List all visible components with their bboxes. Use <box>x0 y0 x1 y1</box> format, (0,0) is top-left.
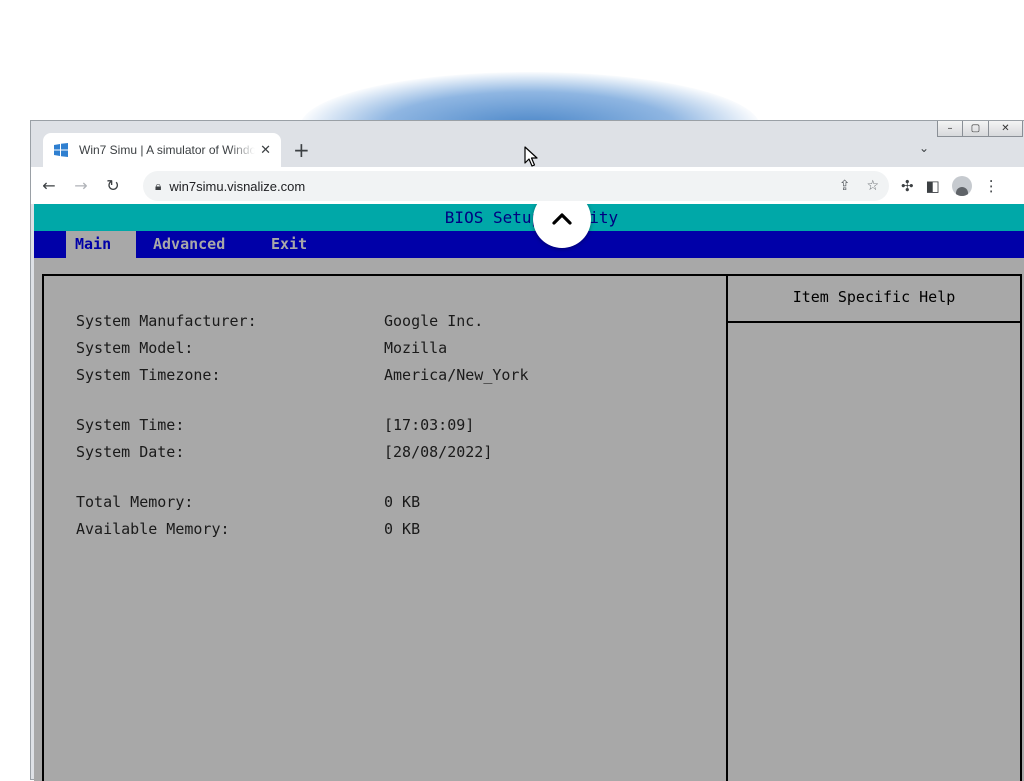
mouse-cursor-icon <box>524 146 538 167</box>
forward-arrow-icon[interactable]: → <box>67 172 95 200</box>
browser-toolbar: ← → ↻ 🔒︎ win7simu.visnalize.com ⇪ ☆ ✣ ◧ … <box>31 167 1024 204</box>
page-viewport: BIOS Setup Utility Main Advanced Exit Sy… <box>34 204 1024 781</box>
lock-icon[interactable]: 🔒︎ <box>155 179 161 194</box>
reload-icon[interactable]: ↻ <box>99 172 127 200</box>
bios-help-panel: Item Specific Help <box>726 274 1022 781</box>
tab-search-chevron-icon[interactable]: ⌄ <box>919 141 929 155</box>
share-icon[interactable]: ⇪ <box>839 178 851 194</box>
bios-main-panel: System Manufacturer: Google Inc. System … <box>42 274 726 781</box>
help-panel-title: Item Specific Help <box>728 276 1020 323</box>
tab-close-icon[interactable]: ✕ <box>260 143 271 158</box>
field-label: Total Memory: <box>76 493 194 511</box>
field-label: System Timezone: <box>76 366 221 384</box>
chevron-up-icon <box>552 213 572 225</box>
windows-logo-icon <box>54 143 68 157</box>
system-time-value[interactable]: [17:03:09] <box>384 416 474 434</box>
side-panel-icon[interactable]: ◧ <box>926 177 940 195</box>
bios-menu-main[interactable]: Main <box>66 231 136 258</box>
address-url[interactable]: win7simu.visnalize.com <box>169 179 305 194</box>
bios-title: BIOS Setup Utility <box>34 204 1024 231</box>
profile-avatar-icon[interactable] <box>951 176 972 196</box>
field-value: Mozilla <box>384 339 448 357</box>
maximize-button[interactable]: ▢ <box>963 121 989 137</box>
more-menu-icon[interactable]: ⋮ <box>984 177 999 195</box>
field-label: System Manufacturer: <box>76 312 257 330</box>
bios-menu-advanced[interactable]: Advanced <box>153 231 225 258</box>
field-value: 0 KB <box>384 493 421 511</box>
field-label: Available Memory: <box>76 520 230 538</box>
browser-tab[interactable]: Win7 Simu | A simulator of Windows 7 ✕ <box>43 133 281 167</box>
extensions-puzzle-icon[interactable]: ✣ <box>901 177 914 195</box>
field-value: America/New_York <box>384 366 529 384</box>
field-label: System Date: <box>76 443 185 461</box>
back-arrow-icon[interactable]: ← <box>35 172 63 200</box>
bookmark-star-icon[interactable]: ☆ <box>866 178 879 194</box>
bios-menu-exit[interactable]: Exit <box>271 231 307 258</box>
field-label: System Model: <box>76 339 194 357</box>
minimize-button[interactable]: – <box>937 121 963 137</box>
browser-window: – ▢ ✕ Win7 Simu | A simulator of Windows… <box>30 120 1024 781</box>
field-value: 0 KB <box>384 520 421 538</box>
system-date-value[interactable]: [28/08/2022] <box>384 443 492 461</box>
close-window-button[interactable]: ✕ <box>989 121 1023 137</box>
address-bar[interactable]: 🔒︎ win7simu.visnalize.com ⇪ ☆ <box>143 171 889 201</box>
field-value: Google Inc. <box>384 312 484 330</box>
tab-title: Win7 Simu | A simulator of Windows 7 <box>79 143 255 157</box>
window-controls: – ▢ ✕ <box>937 121 1023 138</box>
field-label: System Time: <box>76 416 185 434</box>
bios-menu-bar: Main Advanced Exit <box>34 231 1024 258</box>
new-tab-button[interactable]: + <box>293 138 310 162</box>
